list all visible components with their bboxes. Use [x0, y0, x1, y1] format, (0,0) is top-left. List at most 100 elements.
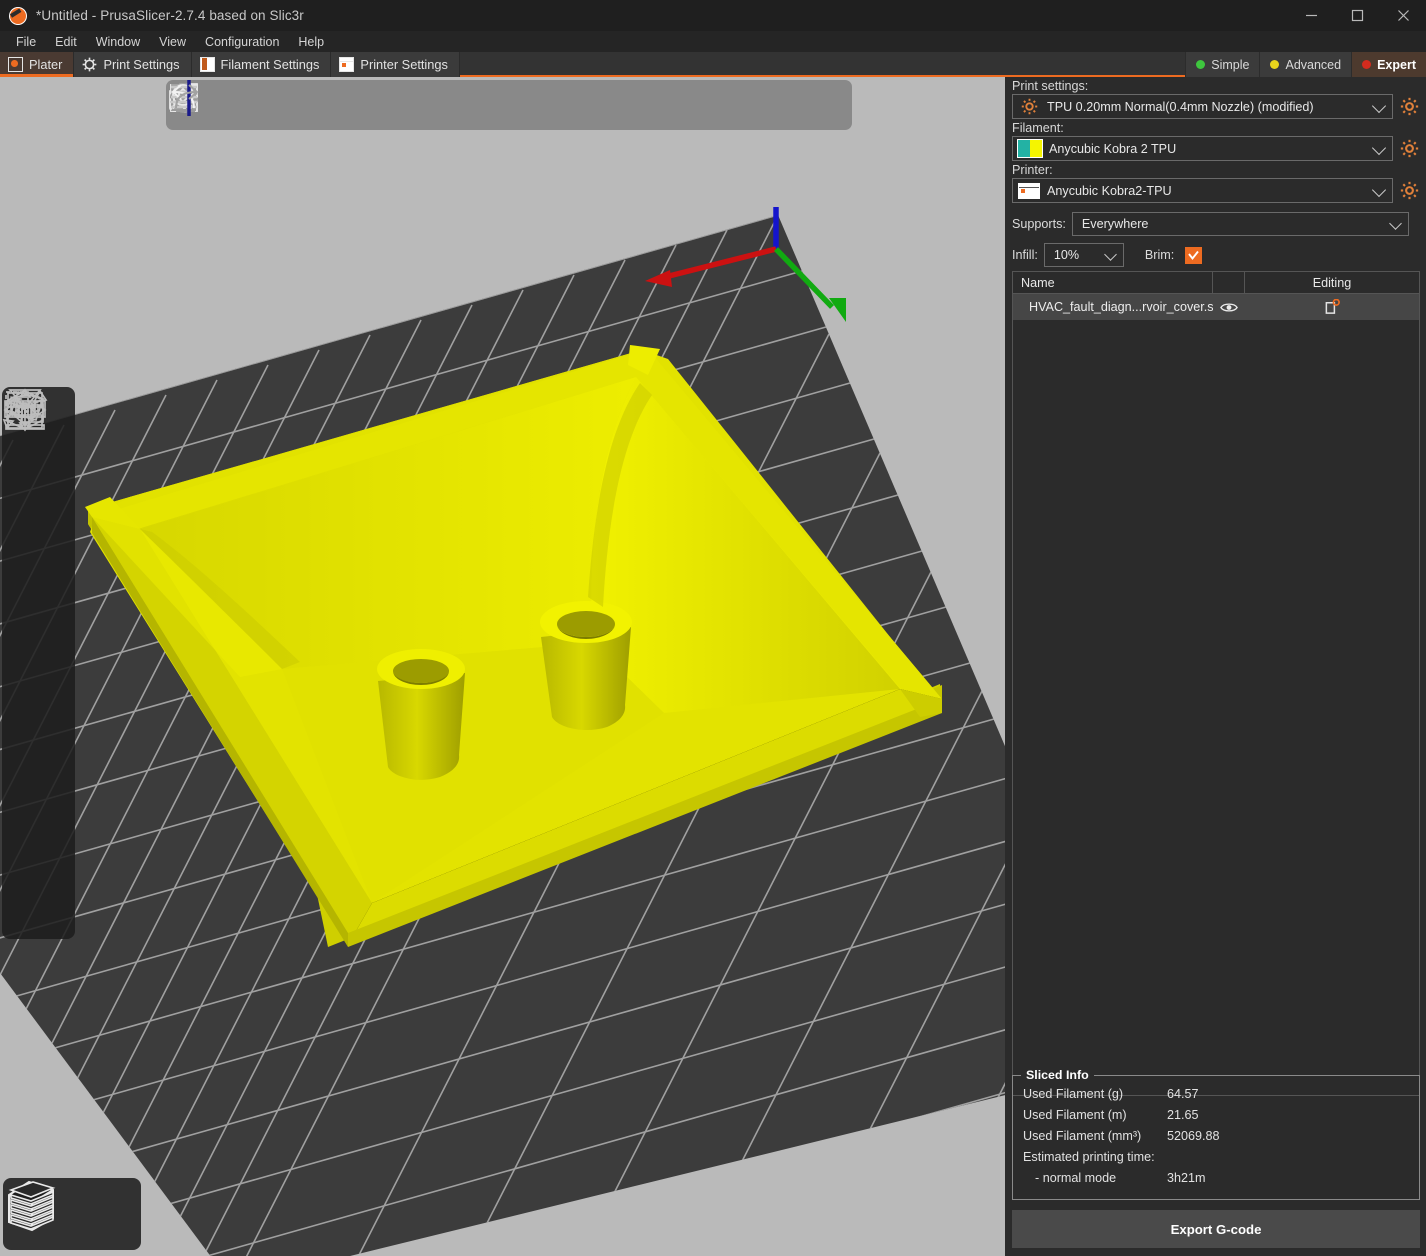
chevron-down-icon [1372, 182, 1386, 196]
maximize-button[interactable] [1334, 0, 1380, 31]
variable-layer-height-icon[interactable] [700, 81, 748, 129]
cylinder-post-left [377, 649, 465, 780]
table-row[interactable]: HVAC_fault_diagn...rvoir_cover.stl [1013, 294, 1419, 320]
menu-configuration[interactable]: Configuration [196, 33, 288, 51]
chevron-down-icon [1104, 248, 1117, 261]
brim-label: Brim: [1145, 248, 1174, 262]
print-settings-combo[interactable]: TPU 0.20mm Normal(0.4mm Nozzle) (modifie… [1012, 94, 1393, 119]
eye-visible-icon[interactable] [1213, 301, 1245, 314]
menu-bar: File Edit Window View Configuration Help [0, 31, 1426, 52]
mode-advanced-dot-icon [1270, 60, 1279, 69]
supports-label: Supports: [1012, 217, 1066, 231]
right-sidebar: Print settings: TPU 0.20mm Normal(0.4mm … [1005, 77, 1426, 1256]
menu-help[interactable]: Help [289, 33, 333, 51]
infill-brim-row: Infill: 10% Brim: [1005, 236, 1426, 267]
filament-value: Anycubic Kobra 2 TPU [1049, 142, 1176, 156]
copy-icon [412, 81, 460, 129]
tab-plater-label: Plater [29, 57, 62, 72]
menu-edit[interactable]: Edit [46, 33, 86, 51]
viewport-toolbar: O P [166, 80, 852, 130]
seam-painting-tool-icon[interactable] [5, 799, 73, 867]
3d-scene [0, 77, 1005, 1256]
printer-combo[interactable]: Anycubic Kobra2-TPU [1012, 178, 1393, 203]
sliced-info-row: Used Filament (m) 21.65 [1023, 1105, 1409, 1126]
print-settings-value: TPU 0.20mm Normal(0.4mm Nozzle) (modifie… [1047, 100, 1314, 114]
place-on-face-tool-icon[interactable] [5, 595, 73, 663]
print-settings-label: Print settings: [1005, 77, 1426, 94]
supports-row: Supports: Everywhere [1005, 203, 1426, 236]
cut-tool-icon[interactable] [5, 663, 73, 731]
infill-combo[interactable]: 10% [1044, 243, 1124, 267]
tab-print-settings-label: Print Settings [103, 57, 179, 72]
chevron-down-icon [1372, 98, 1386, 112]
object-list-header: Name Editing [1013, 272, 1419, 294]
used-filament-mm3-label: Used Filament (mm³) [1023, 1126, 1167, 1147]
gear-icon [82, 57, 97, 72]
normal-mode-label: - normal mode [1023, 1168, 1167, 1189]
mode-expert[interactable]: Expert [1351, 52, 1426, 77]
tab-print-settings[interactable]: Print Settings [74, 52, 191, 77]
printer-icon [339, 57, 354, 72]
mode-advanced[interactable]: Advanced [1259, 52, 1351, 77]
mode-advanced-label: Advanced [1285, 58, 1341, 72]
undo-icon[interactable] [750, 81, 798, 129]
printer-edit-button[interactable] [1398, 180, 1420, 202]
delete-all-icon[interactable] [316, 81, 364, 129]
mode-expert-dot-icon [1362, 60, 1371, 69]
filament-edit-button[interactable] [1398, 138, 1420, 160]
scale-tool-icon[interactable] [5, 459, 73, 527]
tab-printer-settings[interactable]: Printer Settings [331, 52, 460, 77]
remove-instance-icon [220, 81, 268, 129]
print-settings-edit-button[interactable] [1398, 96, 1420, 118]
preview-view-icon[interactable] [72, 1181, 138, 1247]
mode-simple-label: Simple [1211, 58, 1249, 72]
filament-combo[interactable]: Anycubic Kobra 2 TPU [1012, 136, 1393, 161]
filament-color-swatch [1017, 139, 1043, 158]
arrange-icon [364, 81, 412, 129]
estimated-time-normal-row: - normal mode 3h21m [1023, 1168, 1409, 1189]
used-filament-g-label: Used Filament (g) [1023, 1084, 1167, 1105]
menu-view[interactable]: View [150, 33, 195, 51]
mode-simple[interactable]: Simple [1185, 52, 1259, 77]
column-header-name: Name [1013, 272, 1213, 293]
split-to-parts-icon: P [604, 81, 652, 129]
menu-window[interactable]: Window [87, 33, 149, 51]
filament-row: Anycubic Kobra 2 TPU [1005, 136, 1426, 161]
filament-label: Filament: [1005, 119, 1426, 136]
column-header-blank [1213, 272, 1245, 293]
measure-tool-icon[interactable] [5, 867, 73, 935]
used-filament-mm3-value: 52069.88 [1167, 1126, 1409, 1147]
remove-instance-minus-icon [508, 81, 556, 129]
used-filament-m-value: 21.65 [1167, 1105, 1409, 1126]
3d-viewport[interactable]: O P [0, 77, 1005, 1256]
mode-selector: Simple Advanced Expert [1185, 52, 1426, 77]
column-header-editing: Editing [1245, 276, 1419, 290]
title-bar: *Untitled - PrusaSlicer-2.7.4 based on S… [0, 0, 1426, 31]
search-icon[interactable] [652, 81, 700, 129]
sliced-info-row: Used Filament (mm³) 52069.88 [1023, 1126, 1409, 1147]
rotate-tool-icon[interactable] [5, 527, 73, 595]
estimated-printing-time-label: Estimated printing time: [1023, 1147, 1155, 1168]
close-button[interactable] [1380, 0, 1426, 31]
minimize-button[interactable] [1288, 0, 1334, 31]
brim-checkbox[interactable] [1185, 247, 1202, 264]
menu-file[interactable]: File [7, 33, 45, 51]
supports-value: Everywhere [1082, 217, 1149, 231]
tab-plater[interactable]: Plater [0, 52, 74, 77]
paint-support-tool-icon[interactable] [5, 731, 73, 799]
printer-label: Printer: [1005, 161, 1426, 178]
export-gcode-button[interactable]: Export G-code [1012, 1210, 1420, 1248]
tab-printer-settings-label: Printer Settings [360, 57, 448, 72]
prusaslicer-window: *Untitled - PrusaSlicer-2.7.4 based on S… [0, 0, 1426, 1256]
tab-filament-settings[interactable]: Filament Settings [192, 52, 332, 77]
estimated-time-label-row: Estimated printing time: [1023, 1147, 1409, 1168]
window-title: *Untitled - PrusaSlicer-2.7.4 based on S… [36, 8, 304, 23]
chevron-down-icon [1372, 140, 1386, 154]
chevron-down-icon [1389, 217, 1402, 230]
mode-simple-dot-icon [1196, 60, 1205, 69]
add-instance-plus-icon [460, 81, 508, 129]
delete-icon[interactable] [268, 81, 316, 129]
cylinder-post-right [540, 601, 632, 730]
supports-combo[interactable]: Everywhere [1072, 212, 1409, 236]
object-settings-icon[interactable] [1245, 299, 1419, 316]
